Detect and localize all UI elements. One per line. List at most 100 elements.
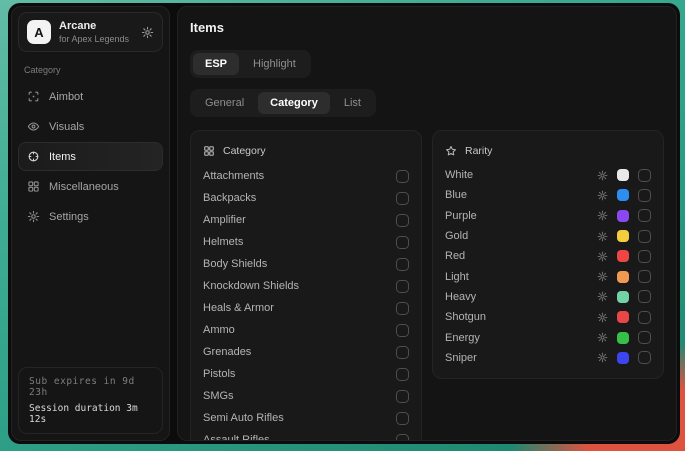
checkbox[interactable]	[396, 390, 409, 403]
checkbox[interactable]	[396, 280, 409, 293]
sidebar: A Arcane for Apex Legends Category	[11, 6, 170, 441]
rarity-settings-icon[interactable]	[597, 190, 608, 201]
rarity-label: Purple	[445, 210, 597, 222]
rarity-settings-icon[interactable]	[597, 291, 608, 302]
category-row: Knockdown Shields	[203, 275, 409, 297]
color-swatch[interactable]	[617, 250, 629, 262]
panel-columns: Category Attachments Backpacks	[190, 130, 664, 441]
checkbox[interactable]	[638, 250, 651, 263]
mode-option-esp[interactable]: ESP	[193, 53, 239, 75]
sidebar-item-items[interactable]: Items	[18, 142, 163, 171]
rarity-label: Light	[445, 271, 597, 283]
sidebar-item-miscellaneous[interactable]: Miscellaneous	[18, 172, 163, 201]
rarity-controls	[597, 189, 651, 202]
rarity-controls	[597, 351, 651, 364]
checkbox[interactable]	[396, 170, 409, 183]
checkbox[interactable]	[638, 331, 651, 344]
category-label: Backpacks	[203, 192, 396, 204]
color-swatch[interactable]	[617, 230, 629, 242]
rarity-row: Shotgun	[445, 307, 651, 327]
rarity-settings-icon[interactable]	[597, 170, 608, 181]
category-label: Knockdown Shields	[203, 280, 396, 292]
checkbox[interactable]	[396, 192, 409, 205]
rarity-settings-icon[interactable]	[597, 210, 608, 221]
category-label: Amplifier	[203, 214, 396, 226]
checkbox[interactable]	[638, 270, 651, 283]
rarity-controls	[597, 311, 651, 324]
color-swatch[interactable]	[617, 352, 629, 364]
color-swatch[interactable]	[617, 271, 629, 283]
sidebar-section-label: Category	[24, 65, 157, 75]
checkbox[interactable]	[396, 258, 409, 271]
sidebar-item-settings[interactable]: Settings	[18, 202, 163, 231]
rarity-panel-title: Rarity	[465, 145, 492, 157]
mode-option-highlight[interactable]: Highlight	[241, 53, 308, 75]
rarity-label: White	[445, 169, 597, 181]
app-subtitle: for Apex Legends	[59, 34, 129, 44]
category-label: Grenades	[203, 346, 396, 358]
app-title-block: Arcane for Apex Legends	[59, 20, 129, 44]
checkbox[interactable]	[396, 346, 409, 359]
checkbox[interactable]	[638, 351, 651, 364]
rarity-settings-icon[interactable]	[597, 352, 608, 363]
rarity-settings-icon[interactable]	[597, 332, 608, 343]
category-panel: Category Attachments Backpacks	[190, 130, 422, 441]
color-swatch[interactable]	[617, 169, 629, 181]
sidebar-item-aimbot[interactable]: Aimbot	[18, 82, 163, 111]
color-swatch[interactable]	[617, 291, 629, 303]
header-gear-icon[interactable]	[141, 26, 154, 39]
checkbox[interactable]	[638, 209, 651, 222]
checkbox[interactable]	[638, 169, 651, 182]
rarity-label: Heavy	[445, 291, 597, 303]
checkbox[interactable]	[396, 412, 409, 425]
rarity-label: Blue	[445, 189, 597, 201]
checkbox[interactable]	[396, 302, 409, 315]
category-row: Heals & Armor	[203, 297, 409, 319]
checkbox[interactable]	[396, 324, 409, 337]
checkbox[interactable]	[638, 290, 651, 303]
category-row: Body Shields	[203, 253, 409, 275]
rarity-controls	[597, 230, 651, 243]
category-label: Assault Rifles	[203, 434, 396, 441]
category-list: Attachments Backpacks Amplifier	[203, 165, 409, 441]
category-row: Amplifier	[203, 209, 409, 231]
tab-list[interactable]: List	[332, 92, 373, 114]
category-label: SMGs	[203, 390, 396, 402]
color-swatch[interactable]	[617, 311, 629, 323]
sidebar-item-label: Settings	[49, 211, 89, 223]
rarity-row: Sniper	[445, 348, 651, 368]
checkbox[interactable]	[396, 214, 409, 227]
tab-bar: General Category List	[190, 89, 376, 117]
category-row: Semi Auto Rifles	[203, 407, 409, 429]
rarity-settings-icon[interactable]	[597, 312, 608, 323]
tab-general[interactable]: General	[193, 92, 256, 114]
checkbox[interactable]	[638, 311, 651, 324]
checkbox[interactable]	[396, 236, 409, 249]
category-label: Pistols	[203, 368, 396, 380]
color-swatch[interactable]	[617, 189, 629, 201]
rarity-settings-icon[interactable]	[597, 251, 608, 262]
rarity-settings-icon[interactable]	[597, 231, 608, 242]
checkbox[interactable]	[638, 230, 651, 243]
checkbox[interactable]	[396, 368, 409, 381]
category-label: Helmets	[203, 236, 396, 248]
tab-category[interactable]: Category	[258, 92, 330, 114]
app-header-card: A Arcane for Apex Legends	[18, 12, 163, 52]
color-swatch[interactable]	[617, 210, 629, 222]
eye-icon	[27, 120, 40, 133]
checkbox[interactable]	[396, 434, 409, 442]
category-label: Attachments	[203, 170, 396, 182]
app-logo: A	[27, 20, 51, 44]
rarity-row: Energy	[445, 327, 651, 347]
checkbox[interactable]	[638, 189, 651, 202]
sidebar-item-visuals[interactable]: Visuals	[18, 112, 163, 141]
rarity-settings-icon[interactable]	[597, 271, 608, 282]
color-swatch[interactable]	[617, 332, 629, 344]
rarity-label: Red	[445, 250, 597, 262]
rarity-label: Gold	[445, 230, 597, 242]
category-label: Semi Auto Rifles	[203, 412, 396, 424]
target-icon	[27, 150, 40, 163]
sidebar-nav: Aimbot Visuals Items	[18, 82, 163, 231]
grid-icon	[27, 180, 40, 193]
category-label: Heals & Armor	[203, 302, 396, 314]
